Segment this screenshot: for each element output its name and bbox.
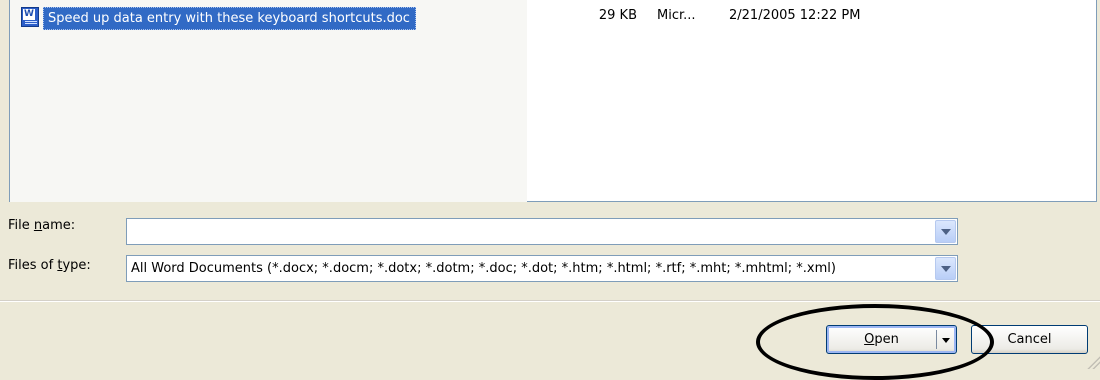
file-name-label: File name: <box>8 218 76 233</box>
file-list[interactable]: W Speed up data entry with these keyboar… <box>9 0 1097 202</box>
file-row[interactable]: W Speed up data entry with these keyboar… <box>10 0 1090 30</box>
file-type-value: All Word Documents (*.docx; *.docm; *.do… <box>131 261 836 276</box>
file-type-label: Files of type: <box>8 258 91 273</box>
file-type-cell: Micr... <box>657 8 696 23</box>
resize-grip-icon[interactable] <box>1086 355 1100 369</box>
name-column <box>10 0 527 202</box>
divider <box>0 300 1100 302</box>
chevron-down-icon[interactable] <box>935 257 956 280</box>
file-date-cell: 2/21/2005 12:22 PM <box>729 8 861 23</box>
file-type-select[interactable]: All Word Documents (*.docx; *.docm; *.do… <box>126 255 958 282</box>
chevron-down-icon[interactable] <box>935 220 956 243</box>
file-name-combobox[interactable] <box>126 218 958 245</box>
file-size-cell: 29 KB <box>598 8 637 23</box>
